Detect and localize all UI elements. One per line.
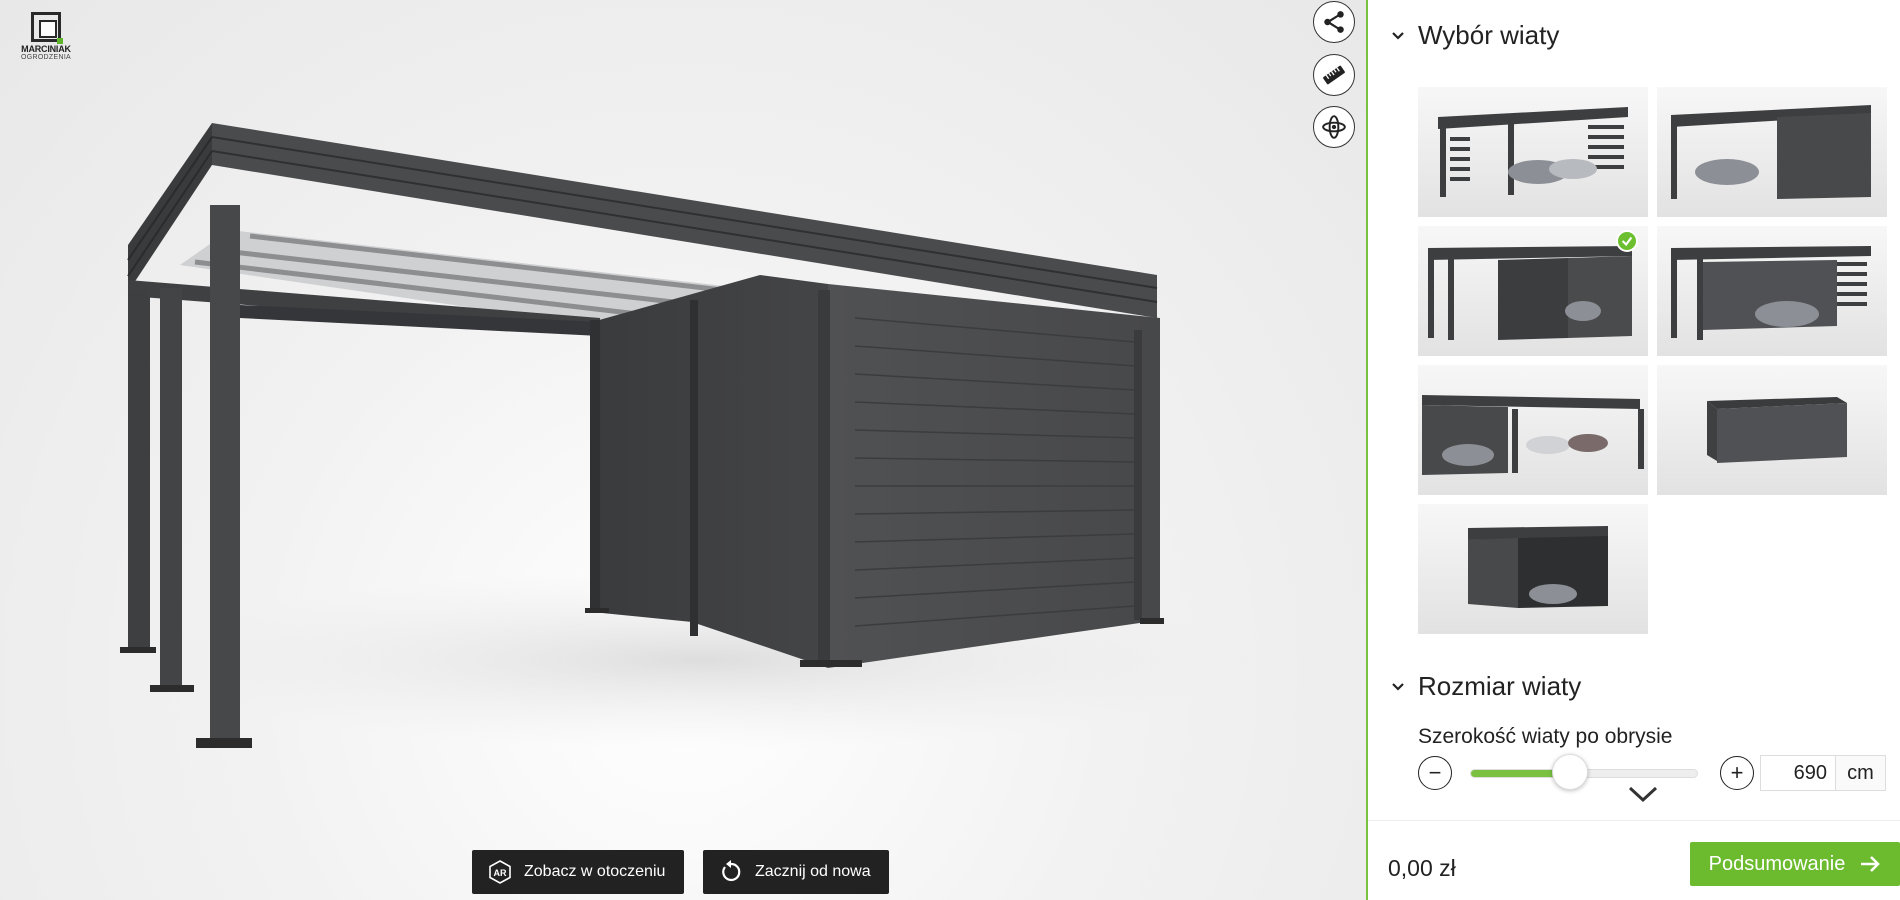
variant-preview-image <box>1438 107 1628 197</box>
ar-cube-icon: AR <box>489 860 511 884</box>
svg-text:AR: AR <box>494 868 507 878</box>
ar-view-label: Zobacz w otoczeniu <box>524 863 666 880</box>
total-price: 0,00 zł <box>1388 855 1456 881</box>
sidebar-footer: 0,00 zł Podsumowanie <box>1368 820 1900 900</box>
selected-check-icon <box>1616 230 1638 252</box>
chevron-down-icon <box>1392 31 1404 40</box>
width-decrease-button[interactable]: − <box>1418 756 1452 790</box>
width-unit: cm <box>1836 755 1886 791</box>
summary-button[interactable]: Podsumowanie <box>1690 842 1900 886</box>
share-icon <box>1324 11 1344 33</box>
width-slider-handle[interactable] <box>1552 754 1589 790</box>
section-toggle-carport-size[interactable]: Rozmiar wiaty <box>1390 671 1581 702</box>
carport-variant-5[interactable] <box>1418 365 1648 495</box>
variant-preview-image <box>1428 246 1632 340</box>
arrow-right-icon <box>1861 856 1881 872</box>
scroll-down-icon[interactable] <box>1626 782 1660 806</box>
variant-preview-image <box>1707 397 1847 463</box>
minus-icon: − <box>1428 760 1442 785</box>
reset-label: Zacznij od nowa <box>755 863 871 880</box>
ruler-icon <box>1323 65 1345 85</box>
variant-preview-image <box>1671 246 1871 340</box>
carport-variant-7[interactable] <box>1418 504 1648 634</box>
section-title-carport-choice: Wybór wiaty <box>1418 20 1560 50</box>
section-toggle-carport-choice[interactable]: Wybór wiaty <box>1390 20 1559 51</box>
carport-variant-3[interactable] <box>1418 226 1648 356</box>
carport-variant-1[interactable] <box>1418 87 1648 217</box>
width-input[interactable] <box>1760 755 1836 791</box>
section-title-carport-size: Rozmiar wiaty <box>1418 671 1582 701</box>
rotate-view-button[interactable] <box>1313 106 1355 148</box>
width-label: Szerokość wiaty po obrysie <box>1418 725 1673 748</box>
ar-view-button[interactable]: AR Zobacz w otoczeniu <box>472 850 684 894</box>
share-button[interactable] <box>1313 1 1355 43</box>
variant-preview-image <box>1468 526 1608 608</box>
carport-3d-model[interactable] <box>0 0 1366 900</box>
carport-variant-4[interactable] <box>1657 226 1887 356</box>
width-increase-button[interactable]: + <box>1720 756 1754 790</box>
summary-label: Podsumowanie <box>1708 852 1846 875</box>
rotate-3d-icon <box>1322 115 1346 139</box>
carport-variant-6[interactable] <box>1657 365 1887 495</box>
restart-icon <box>722 860 741 882</box>
variant-preview-image <box>1671 105 1871 199</box>
plus-icon: + <box>1730 760 1744 785</box>
measure-button[interactable] <box>1313 54 1355 96</box>
variant-preview-image <box>1422 395 1644 475</box>
config-sidebar: Wybór wiaty Rozmiar wiaty Szerokość wiat… <box>1366 0 1900 900</box>
3d-viewport[interactable]: MARCINIAK OGRODZENIA AR Zobacz w otoczen… <box>0 0 1366 900</box>
chevron-down-icon <box>1392 682 1404 691</box>
reset-button[interactable]: Zacznij od nowa <box>703 850 889 894</box>
carport-variant-2[interactable] <box>1657 87 1887 217</box>
